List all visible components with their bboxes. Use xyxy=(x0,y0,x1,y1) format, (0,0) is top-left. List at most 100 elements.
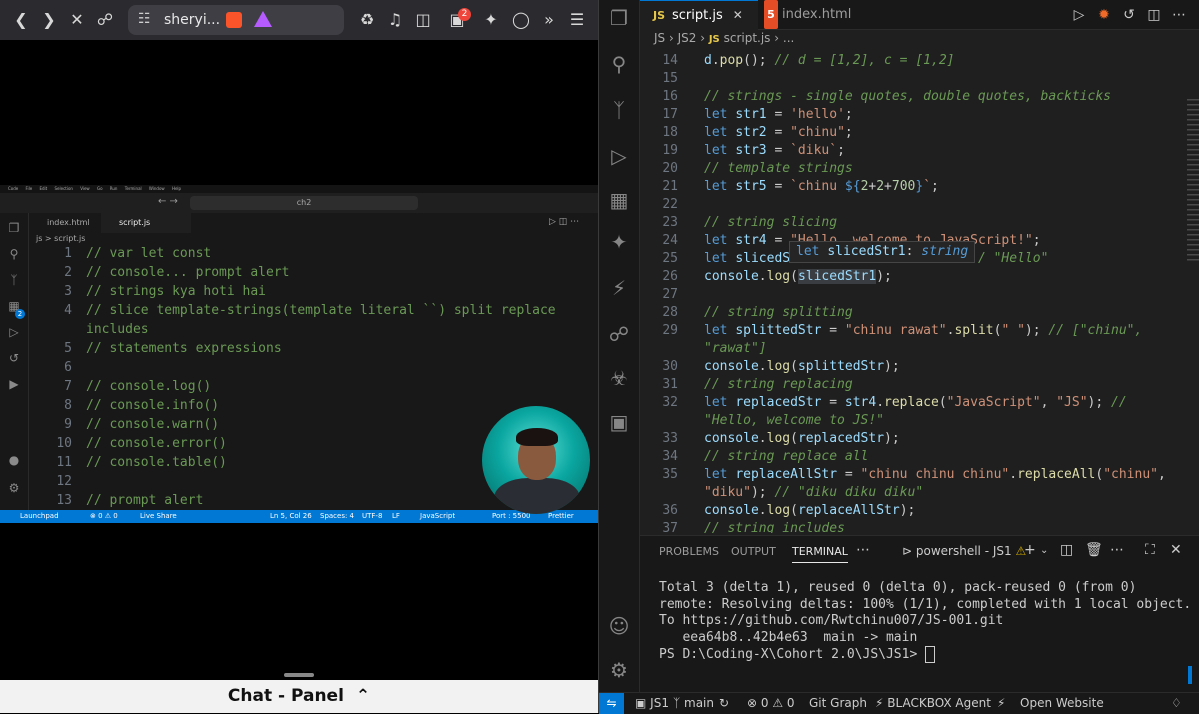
more-tools-icon[interactable]: » xyxy=(538,9,560,31)
terminal-scrollbar[interactable] xyxy=(1188,666,1192,684)
terminal-selector[interactable]: ⊳ powershell - JS1 ⚠ xyxy=(902,544,1026,558)
extensions-icon[interactable]: ♻ xyxy=(356,9,378,31)
line-number: 34 xyxy=(662,449,678,464)
line-number: 23 xyxy=(662,215,678,230)
remote-explorer-icon[interactable]: ▣ xyxy=(607,410,631,434)
inner-line-number: 6 xyxy=(64,360,72,375)
browser-toolbar: ❮ ❯ ✕ ☍ ☷ sheryi... ♻ ♫ ◫ ▣ 2 ✦ ◯ » ☰ xyxy=(0,0,598,40)
inner-nav-icon: ← → xyxy=(158,196,178,207)
panel-more-icon[interactable]: ⋯ xyxy=(856,542,870,558)
trash-icon[interactable]: 🗑 xyxy=(1085,542,1103,558)
terminal-line: eea64b8..42b4e63 main -> main xyxy=(659,629,918,645)
notification-badge: 2 xyxy=(458,8,471,21)
line-number: 24 xyxy=(662,233,678,248)
brave-shields-icon[interactable] xyxy=(226,12,242,28)
code-editor[interactable]: 14 d.pop(); // d = [1,2], c = [1,2] 15 1… xyxy=(640,50,1199,533)
webcam-overlay xyxy=(482,406,590,514)
bottom-panel: PROBLEMS OUTPUT TERMINAL ⋯ ⊳ powershell … xyxy=(640,535,1199,693)
bell-icon[interactable]: ♢ xyxy=(1171,693,1182,714)
python-icon[interactable]: ☣ xyxy=(607,366,631,390)
more-actions-icon[interactable]: ⋯ xyxy=(1170,6,1188,24)
crumb-file[interactable]: script.js xyxy=(724,31,771,45)
chat-panel-handle[interactable] xyxy=(284,673,314,677)
split-editor-icon[interactable]: ◫ xyxy=(1145,6,1163,24)
music-icon[interactable]: ♫ xyxy=(384,9,406,31)
chat-panel-bar[interactable]: Chat - Panel ⌃ xyxy=(0,680,598,713)
inner-line-number: 9 xyxy=(64,417,72,432)
hover-type: string xyxy=(921,244,969,259)
address-bar[interactable]: ☷ sheryi... xyxy=(128,5,344,35)
inner-line-number: 3 xyxy=(64,284,72,299)
run-file-icon[interactable]: ▷ xyxy=(1070,6,1088,24)
line-number: 30 xyxy=(662,359,678,374)
chevron-up-icon[interactable]: ⌃ xyxy=(356,686,370,706)
code-line: console.log(splittedStr); xyxy=(704,359,900,374)
run-debug-icon[interactable]: ▷ xyxy=(607,144,631,168)
tab-index-label: index.html xyxy=(782,7,852,22)
back-icon[interactable]: ❮ xyxy=(10,9,32,31)
tab-index-html[interactable]: 5 index.html xyxy=(760,0,884,29)
settings-gear-icon[interactable]: ⚙ xyxy=(607,658,631,682)
remote-indicator-icon[interactable]: ⇋ xyxy=(599,693,624,714)
terminal-prompt-line[interactable]: PS D:\Coding-X\Cohort 2.0\JS\JS1> xyxy=(659,646,1191,664)
tab-script-js[interactable]: JS script.js ✕ xyxy=(640,0,758,30)
inner-line-number: 1 xyxy=(64,246,72,261)
explorer-icon[interactable]: ❐ xyxy=(607,6,631,30)
terminal-output[interactable]: Total 3 (delta 1), reused 0 (delta 0), p… xyxy=(659,580,1191,664)
code-line: let splittedStr = "chinu rawat".split(" … xyxy=(704,323,1143,338)
close-panel-icon[interactable]: ✕ xyxy=(1170,542,1182,558)
bookmark-icon[interactable]: ☍ xyxy=(94,9,116,31)
inner-code-line: 9 // console.warn() xyxy=(29,415,219,434)
split-terminal-icon[interactable]: ◫ xyxy=(1060,542,1073,558)
inner-search-icon: ⚲ xyxy=(9,247,19,261)
status-branch[interactable]: ᛉ main xyxy=(673,693,714,714)
source-control-icon[interactable]: ᛉ xyxy=(607,98,631,122)
chevron-down-icon[interactable]: ⌄ xyxy=(1040,545,1048,556)
search-icon[interactable]: ⚲ xyxy=(607,52,631,76)
forward-icon[interactable]: ❯ xyxy=(38,9,60,31)
minimap[interactable] xyxy=(1185,95,1199,265)
panel-overflow-icon[interactable]: ⋯ xyxy=(1110,542,1124,558)
close-icon[interactable]: ✕ xyxy=(733,1,743,30)
extensions-icon[interactable]: ▦ xyxy=(607,188,631,212)
browser-window: ❮ ❯ ✕ ☍ ☷ sheryi... ♻ ♫ ◫ ▣ 2 ✦ ◯ » ☰ Co… xyxy=(0,0,598,713)
crumb-js[interactable]: JS xyxy=(654,31,665,45)
inner-line-number: 13 xyxy=(56,493,72,508)
crumb-symbol[interactable]: ... xyxy=(783,31,794,45)
brave-rewards-icon[interactable] xyxy=(254,11,272,27)
account-icon[interactable]: ☺ xyxy=(607,614,631,638)
stop-icon[interactable]: ✕ xyxy=(66,9,88,31)
status-open-website[interactable]: Open Website xyxy=(1020,693,1104,714)
tab-problems[interactable]: PROBLEMS xyxy=(659,545,719,558)
inner-status-problems: ⊗ 0 ⚠ 0 xyxy=(90,512,118,520)
site-settings-icon[interactable]: ☷ xyxy=(138,11,151,27)
new-terminal-icon[interactable]: + xyxy=(1024,542,1036,558)
bookmarks-icon[interactable]: ☍ xyxy=(607,322,631,346)
vpn-icon[interactable]: ◯ xyxy=(510,9,532,31)
status-folder[interactable]: ▣ JS1 xyxy=(635,693,669,714)
status-problems[interactable]: ⊗ 0 ⚠ 0 xyxy=(747,693,795,714)
copilot-icon[interactable]: ✦ xyxy=(607,230,631,254)
crumb-js2[interactable]: JS2 xyxy=(678,31,697,45)
line-number: 17 xyxy=(662,107,678,122)
inner-line-text: // slice template-strings(template liter… xyxy=(86,303,556,318)
tab-output[interactable]: OUTPUT xyxy=(731,545,776,558)
sync-icon[interactable]: ↻ xyxy=(719,693,729,714)
vscode-window: ❐ ⚲ ᛉ ▷ ▦ ✦ ⚡ ☍ ☣ ▣ ☺ ⚙ JS script.js ✕ 5 in… xyxy=(599,0,1199,714)
status-blackbox[interactable]: ⚡ BLACKBOX Agent xyxy=(875,693,991,714)
blackbox-sparkle-icon[interactable]: ✹ xyxy=(1095,6,1113,24)
blackbox-icon[interactable]: ⚡ xyxy=(607,276,631,300)
tab-terminal[interactable]: TERMINAL xyxy=(792,545,848,563)
hover-tooltip: let slicedStr1: string xyxy=(789,241,976,263)
line-number: 18 xyxy=(662,125,678,140)
line-number: 27 xyxy=(662,287,678,302)
timeline-icon[interactable]: ↺ xyxy=(1120,6,1138,24)
status-git-graph[interactable]: Git Graph xyxy=(809,693,867,714)
code-line: // string replacing xyxy=(704,377,853,392)
maximize-panel-icon[interactable]: ⛶ xyxy=(1145,542,1155,558)
leo-ai-icon[interactable]: ✦ xyxy=(480,9,502,31)
sidebar-icon[interactable]: ◫ xyxy=(412,9,434,31)
inner-code-line: 2 // console... prompt alert xyxy=(29,263,289,282)
code-line: // template strings xyxy=(704,161,853,176)
menu-icon[interactable]: ☰ xyxy=(566,9,588,31)
